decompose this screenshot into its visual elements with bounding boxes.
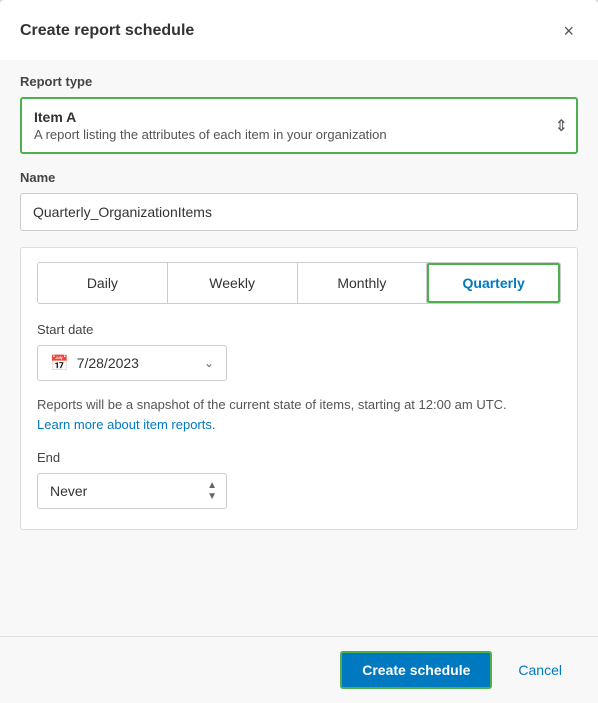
tab-daily[interactable]: Daily [38,263,168,303]
snapshot-info: Reports will be a snapshot of the curren… [37,397,507,412]
end-select-wrapper: Never On date After ▲▼ [37,473,227,509]
end-select[interactable]: Never On date After [37,473,227,509]
dialog-body: Report type Item A A report listing the … [0,60,598,636]
create-schedule-button[interactable]: Create schedule [340,651,492,689]
create-report-dialog: Create report schedule × Report type Ite… [0,0,598,703]
cancel-button[interactable]: Cancel [502,653,578,687]
report-type-label: Report type [20,74,578,89]
tab-weekly[interactable]: Weekly [168,263,298,303]
start-date-value: 7/28/2023 [77,355,196,371]
tabs-section: Daily Weekly Monthly Quarterly Start dat… [20,247,578,530]
date-picker-chevron-icon: ⌄ [204,356,214,370]
name-label: Name [20,170,578,185]
learn-more-link[interactable]: Learn more about item reports. [37,417,215,432]
tab-monthly[interactable]: Monthly [298,263,428,303]
report-type-wrapper: Item A A report listing the attributes o… [20,97,578,154]
dialog-footer: Create schedule Cancel [0,636,598,703]
dialog-header: Create report schedule × [0,0,598,60]
report-type-desc: A report listing the attributes of each … [34,127,536,142]
calendar-icon: 📅 [50,354,69,372]
start-date-label: Start date [37,322,561,337]
start-date-picker[interactable]: 📅 7/28/2023 ⌄ [37,345,227,381]
info-text: Reports will be a snapshot of the curren… [37,395,561,434]
report-type-select[interactable]: Item A A report listing the attributes o… [20,97,578,154]
report-type-title: Item A [34,109,536,125]
name-section: Name [20,170,578,231]
tab-quarterly[interactable]: Quarterly [427,263,560,303]
tabs-row: Daily Weekly Monthly Quarterly [37,262,561,304]
name-input[interactable] [20,193,578,231]
end-label: End [37,450,561,465]
dialog-title: Create report schedule [20,22,194,40]
close-button[interactable]: × [559,18,578,44]
